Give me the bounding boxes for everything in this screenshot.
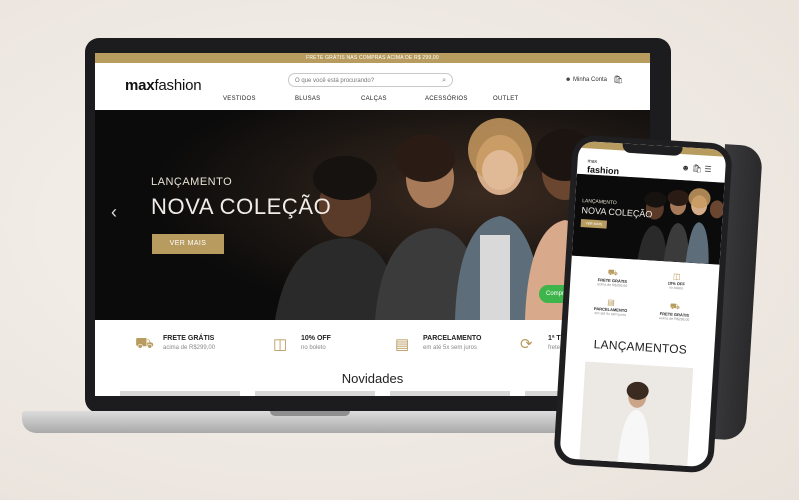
product-thumb[interactable]: [255, 391, 375, 396]
logo-part-fashion: fashion: [154, 77, 202, 94]
product-photo: [579, 361, 694, 467]
phone-notch: [622, 143, 683, 157]
product-image[interactable]: [579, 361, 694, 467]
logo-part-max: max: [125, 77, 155, 94]
card-icon: ▤: [395, 336, 410, 353]
nav-item-blusas[interactable]: BLUSAS: [295, 96, 320, 102]
nav-item-calcas[interactable]: CALÇAS: [361, 96, 387, 102]
refresh-icon: ⟳: [520, 336, 533, 353]
search-input[interactable]: O que você está procurando? ⌕: [288, 73, 453, 87]
feature-installments: ▤ PARCELAMENTO em até 5x sem juros: [395, 331, 525, 365]
hero-cta-button[interactable]: VER MAIS: [152, 234, 224, 254]
feature-title: FRETE GRÁTIS: [163, 335, 215, 342]
phone-feature-free-shipping: ⛟ FRETE GRÁTIS acima de R$299,00: [582, 266, 643, 294]
search-placeholder: O que você está procurando?: [295, 78, 375, 84]
site-logo[interactable]: maxfashion: [125, 77, 202, 94]
user-icon[interactable]: ☻: [681, 163, 690, 172]
feature-subtitle: acima de R$299,00: [163, 345, 216, 351]
account-link[interactable]: ☻ Minha Conta: [565, 77, 607, 83]
feature-subtitle: em até 5x sem juros: [423, 345, 478, 351]
phone-hero-cta-button[interactable]: VER MAIS: [580, 219, 608, 229]
truck-icon: ⛟: [135, 335, 154, 352]
feature-title: 10% OFF: [301, 335, 331, 342]
feature-discount: ◫ 10% OFF no boleto: [273, 331, 403, 365]
nav-item-vestidos[interactable]: VESTIDOS: [223, 96, 256, 102]
ticket-icon: ◫: [273, 336, 288, 353]
phone-feature-free-shipping-2: ⛟ FRETE GRÁTIS acima de R$299,00: [644, 300, 705, 328]
feature-title: PARCELAMENTO: [423, 335, 482, 342]
hero-eyebrow: LANÇAMENTO: [151, 176, 233, 188]
phone-feature-discount: ◫ 10% OFF no boleto: [646, 270, 707, 298]
menu-icon[interactable]: ☰: [704, 165, 712, 174]
phone-feature-installments: ▤ PARCELAMENTO em até 5x sem juros: [580, 296, 641, 324]
phone-hero-banner[interactable]: LANÇAMENTO NOVA COLEÇÃO VER MAIS: [571, 173, 725, 265]
phone-section-title: LANÇAMENTOS: [593, 337, 688, 357]
search-icon[interactable]: ⌕: [442, 74, 446, 88]
nav-item-acessorios[interactable]: ACESSÓRIOS: [425, 96, 468, 102]
phone-screen: max fashion ☻ 🛍 ☰ LANÇAMENTO NOVA COLEÇÃO…: [559, 140, 727, 468]
laptop-notch: [270, 411, 350, 416]
phone-header-icons: ☻ 🛍 ☰: [681, 163, 712, 174]
cart-icon[interactable]: 🛍: [692, 164, 703, 174]
phone-frame: max fashion ☻ 🛍 ☰ LANÇAMENTO NOVA COLEÇÃO…: [553, 134, 733, 474]
carousel-dots[interactable]: [357, 312, 378, 320]
product-thumb[interactable]: [390, 391, 510, 396]
phone-logo[interactable]: max fashion: [587, 155, 620, 176]
main-nav: VESTIDOS BLUSAS CALÇAS ACESSÓRIOS OUTLET: [95, 96, 650, 108]
cart-icon[interactable]: 🛍: [613, 75, 623, 84]
nav-item-outlet[interactable]: OUTLET: [493, 96, 518, 102]
feature-free-shipping: ⛟ FRETE GRÁTIS acima de R$299,00: [135, 331, 265, 365]
account-label: Minha Conta: [573, 77, 608, 83]
user-icon: ☻: [565, 77, 572, 83]
hero-headline: NOVA COLEÇÃO: [151, 194, 332, 219]
announcement-bar: FRETE GRÁTIS NAS COMPRAS ACIMA DE R$ 299…: [95, 53, 650, 63]
product-thumb[interactable]: [120, 391, 240, 396]
feature-subtitle: no boleto: [301, 345, 326, 351]
chevron-left-icon[interactable]: ‹: [111, 202, 117, 223]
